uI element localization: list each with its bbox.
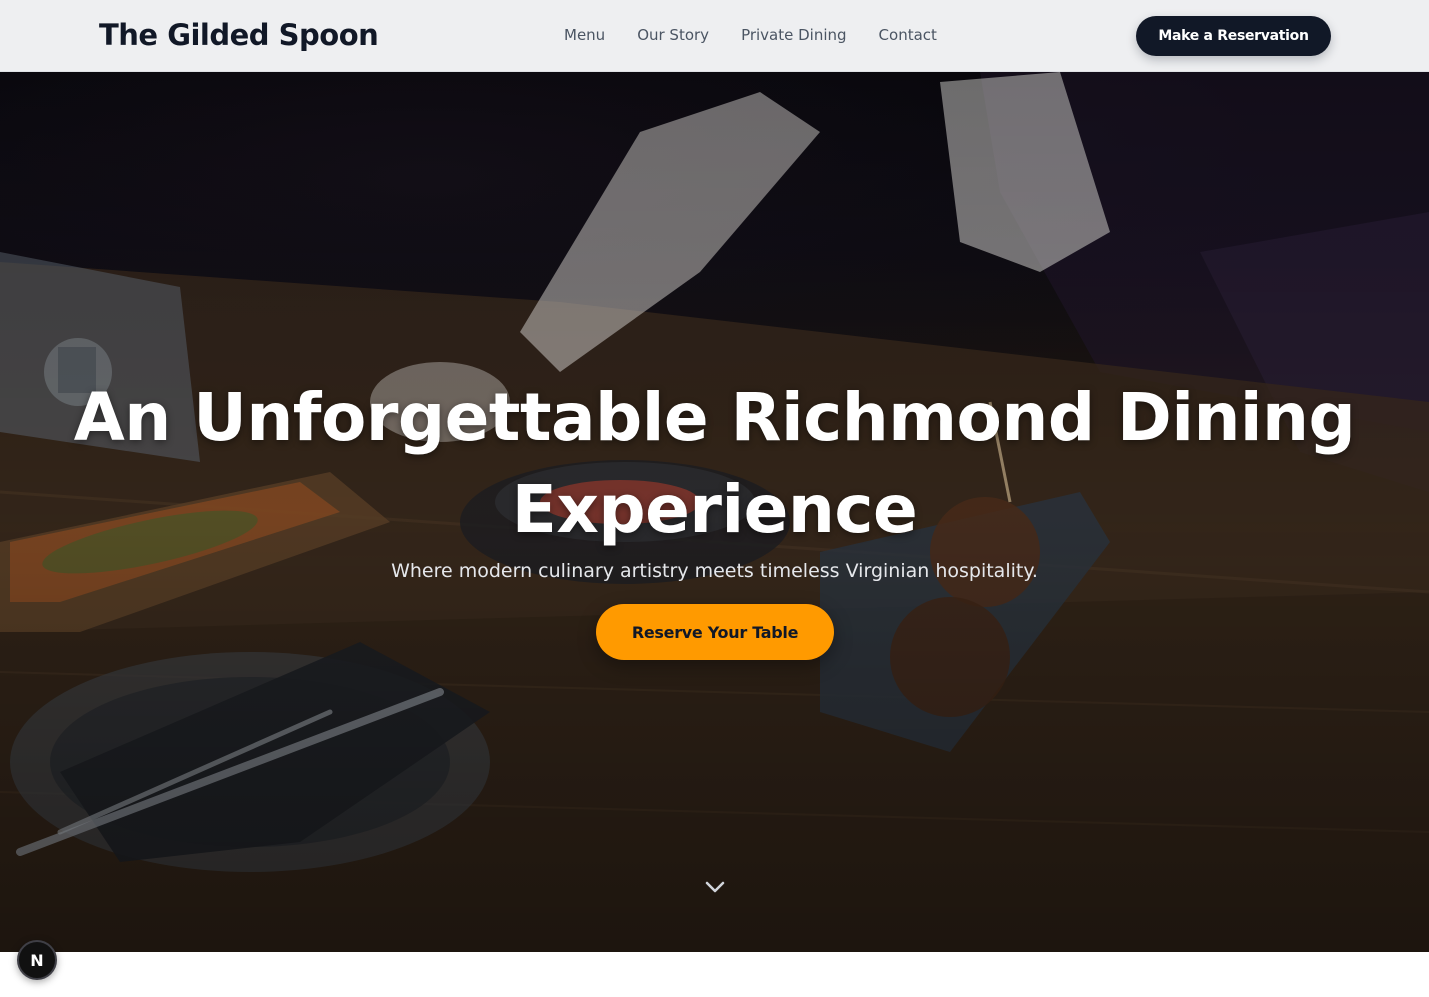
nav-link-private-dining[interactable]: Private Dining <box>741 26 846 44</box>
make-reservation-button[interactable]: Make a Reservation <box>1136 16 1331 56</box>
badge-letter: N <box>30 950 44 970</box>
site-header: The Gilded Spoon Menu Our Story Private … <box>0 0 1429 72</box>
chevron-down-icon[interactable] <box>704 878 726 896</box>
hero-title-line-2: Experience <box>511 471 918 548</box>
hero-section: An Unforgettable Richmond Dining Experie… <box>0 72 1429 952</box>
hero-subtitle: Where modern culinary artistry meets tim… <box>391 560 1038 582</box>
reserve-table-button[interactable]: Reserve Your Table <box>596 604 834 660</box>
main-nav: Menu Our Story Private Dining Contact <box>564 26 937 44</box>
nextjs-logo-icon[interactable]: N <box>17 940 57 980</box>
nav-link-menu[interactable]: Menu <box>564 26 605 44</box>
hero-title-line-1: An Unforgettable Richmond Dining <box>73 379 1356 456</box>
site-logo[interactable]: The Gilded Spoon <box>99 18 379 52</box>
nav-link-our-story[interactable]: Our Story <box>637 26 709 44</box>
nav-link-contact[interactable]: Contact <box>879 26 937 44</box>
hero-title: An Unforgettable Richmond Dining Experie… <box>64 372 1365 556</box>
